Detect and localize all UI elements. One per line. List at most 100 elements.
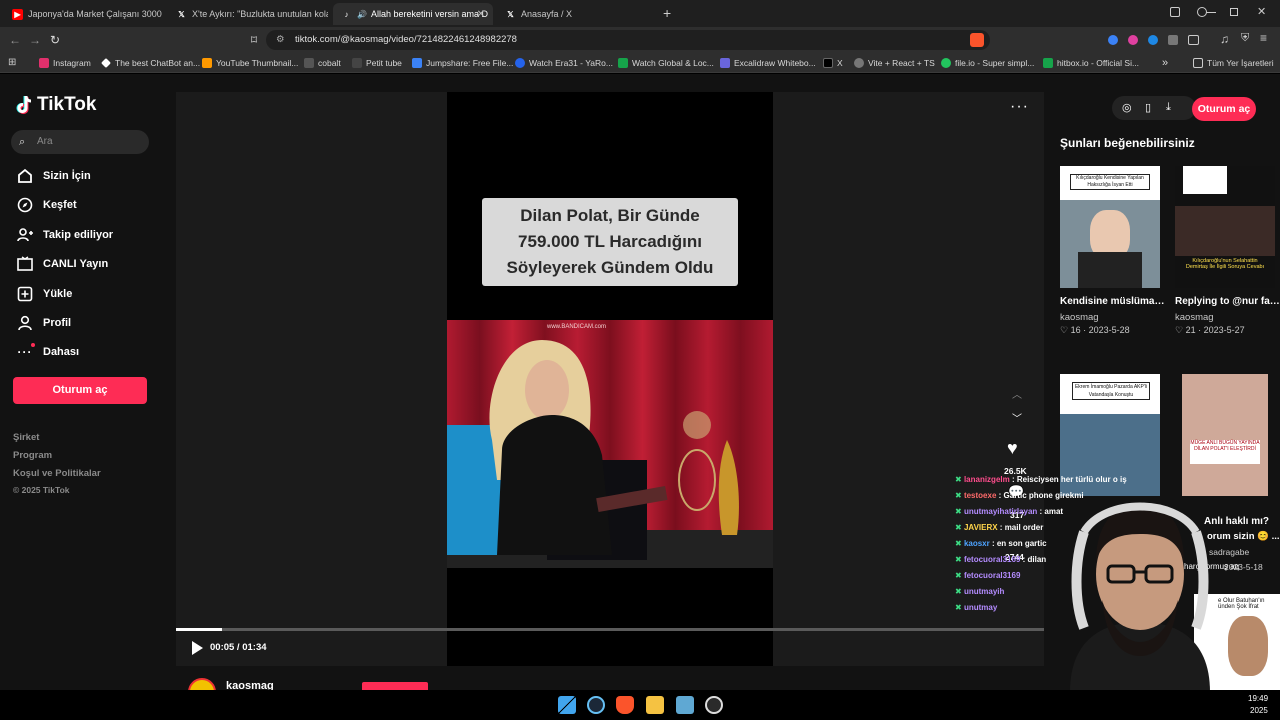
browser-tab[interactable]: 𝕏 X'te Aykırı: "Buzlukta unutulan kola, … [168,3,328,25]
close-window-icon[interactable]: ✕ [1257,5,1266,18]
all-bookmarks-button[interactable]: Tüm Yer İşaretleri [1193,56,1274,70]
obs-icon[interactable] [705,696,723,714]
bookmark-item[interactable]: hitbox.io - Official Si... [1043,56,1139,70]
browser-tab[interactable]: 𝕏 Anasayfa / X [497,3,657,25]
browser-tab-active[interactable]: ♪ 🔊 Allah bereketini versin ama D ✕ [333,3,493,25]
nav-live[interactable]: CANLI Yayın [16,254,108,274]
next-video-icon[interactable]: ﹀ [1012,410,1022,425]
bookmarks-overflow-button[interactable]: » [1162,56,1168,70]
more-options-icon[interactable]: ··· [1010,98,1029,116]
site-info-icon[interactable]: ⚙ [276,30,285,50]
bookmark-item[interactable]: X [823,56,843,70]
compass-icon[interactable]: ◎ [1122,101,1132,114]
bookmarks-bar: ⊞ Instagram The best ChatBot an... YouTu… [0,53,1280,73]
brave-shield-icon[interactable] [970,33,984,47]
search-input[interactable]: ⌕ Ara [11,130,149,154]
login-button[interactable]: Oturum aç [13,377,147,404]
bookmark-item[interactable]: Watch Era31 - YaRo... [515,56,613,70]
mod-badge-icon: ✖ [955,603,964,612]
footer-link[interactable]: Şirket [13,432,39,443]
audio-icon[interactable]: 🔊 [357,10,367,19]
app-icon[interactable] [676,696,694,714]
tiktok-icon [16,95,32,115]
extension-icon[interactable] [1108,35,1118,45]
bookmark-item[interactable]: YouTube Thumbnail... [202,56,298,70]
back-icon[interactable]: ← [7,32,23,48]
header-login-button[interactable]: Oturum aç [1192,97,1256,121]
file-explorer-icon[interactable] [646,696,664,714]
browser-tab[interactable]: ▶ Japonya'da Market Çalışanı 3000 Dol [4,3,164,25]
close-tab-icon[interactable]: ✕ [477,9,485,20]
video-stage: Dilan Polat, Bir Günde 759.000 TL Harcad… [176,92,1044,706]
x-icon: 𝕏 [507,9,514,19]
nav-for-you[interactable]: Sizin İçin [16,166,91,186]
steam-icon[interactable] [587,696,605,714]
tiktok-logo[interactable]: TikTok [16,94,96,116]
bookmark-item[interactable]: cobalt [304,56,341,70]
chat-username: JAVIERX [963,523,998,532]
chat-text: : mail order [997,523,1044,532]
extension-icon[interactable] [1148,35,1158,45]
bookmark-item[interactable]: Excalidraw Whitebo... [720,56,816,70]
menu-icon[interactable]: ≡ [1260,31,1267,45]
tiktok-icon: ♪ [344,9,349,19]
minimize-icon[interactable] [1206,12,1216,13]
bookmark-item[interactable]: Jumpshare: Free File... [412,56,513,70]
suggested-video-card[interactable]: Kılıçdaroğlu Kendisine Yapılan Haksızlığ… [1060,166,1170,336]
bookmark-item[interactable]: Instagram [39,56,91,70]
suggested-video-card[interactable]: MÜGE ANLI BUGÜN YAYINDA DİLAN POLAT'I EL… [1182,374,1280,496]
like-icon[interactable]: ♥ [1007,438,1018,459]
nav-explore[interactable]: Keşfet [16,195,77,215]
play-icon[interactable] [192,641,203,655]
maximize-icon[interactable] [1230,8,1238,16]
reload-icon[interactable]: ↻ [47,32,63,48]
bookmark-item[interactable]: Watch Global & Loc... [618,56,714,70]
chat-username: fetocuoral3169 [963,555,1021,564]
chat-username: testoexe [963,491,997,500]
device-icon[interactable]: ▯ [1145,101,1151,114]
nav-profile[interactable]: Profil [16,313,71,333]
chat-username: unutmayih [963,587,1005,596]
forward-icon[interactable]: → [27,32,43,48]
nav-following[interactable]: Takip ediliyor [16,225,113,245]
footer-link[interactable]: Program [13,450,52,461]
bookmark-item[interactable]: Petit tube [352,56,402,70]
upload-icon [16,285,34,303]
mod-badge-icon: ✖ [955,587,964,596]
bookmark-icon[interactable]: ⌑ [246,32,262,48]
extension-icon[interactable] [1168,35,1178,45]
windows-start-icon[interactable] [558,696,576,714]
video-player[interactable]: Dilan Polat, Bir Günde 759.000 TL Harcad… [447,92,773,666]
footer-link[interactable]: Koşul ve Politikalar [13,468,101,479]
chat-username: lananizgelm [963,475,1010,484]
prev-video-icon[interactable]: ︿ [1012,386,1022,401]
mod-badge-icon: ✖ [955,555,964,564]
new-tab-button[interactable]: + [663,5,671,21]
music-icon[interactable]: ♫ [1220,32,1229,46]
clock-date: 2025 [1250,706,1268,715]
brave-browser-icon[interactable] [616,696,634,714]
shield-icon[interactable]: ⛨ [1241,32,1249,45]
folder-icon [1193,58,1203,68]
progress-fill [176,628,222,631]
clock-time: 19:49 [1248,694,1269,703]
progress-bar[interactable] [176,628,1044,631]
extensions-icon[interactable] [1170,7,1180,17]
mod-badge-icon: ✖ [955,523,964,532]
nav-more[interactable]: ··· Dahası [16,342,79,362]
suggested-video-card[interactable]: Kılıçdaroğlu'nun Selahattin Demirtaş İle… [1175,166,1280,336]
nav-upload[interactable]: Yükle [16,284,72,304]
chat-username: kaosxr [963,539,990,548]
chat-username: unutmay [963,603,998,612]
wallet-icon[interactable] [1188,35,1199,45]
apps-grid-icon[interactable]: ⊞ [8,57,16,68]
bookmark-item[interactable]: The best ChatBot an... [101,56,200,70]
bookmark-item[interactable]: file.io - Super simpl... [941,56,1034,70]
mod-badge-icon: ✖ [955,475,964,484]
chat-text: : en son gartic [989,539,1047,548]
bookmark-item[interactable]: Vite + React + TS [854,56,935,70]
url-field[interactable]: ⚙ tiktok.com/@kaosmag/video/721482246124… [266,30,990,50]
youtube-icon: ▶ [12,8,23,20]
extension-icon[interactable] [1128,35,1138,45]
download-icon[interactable]: ⤓ [1166,101,1171,114]
